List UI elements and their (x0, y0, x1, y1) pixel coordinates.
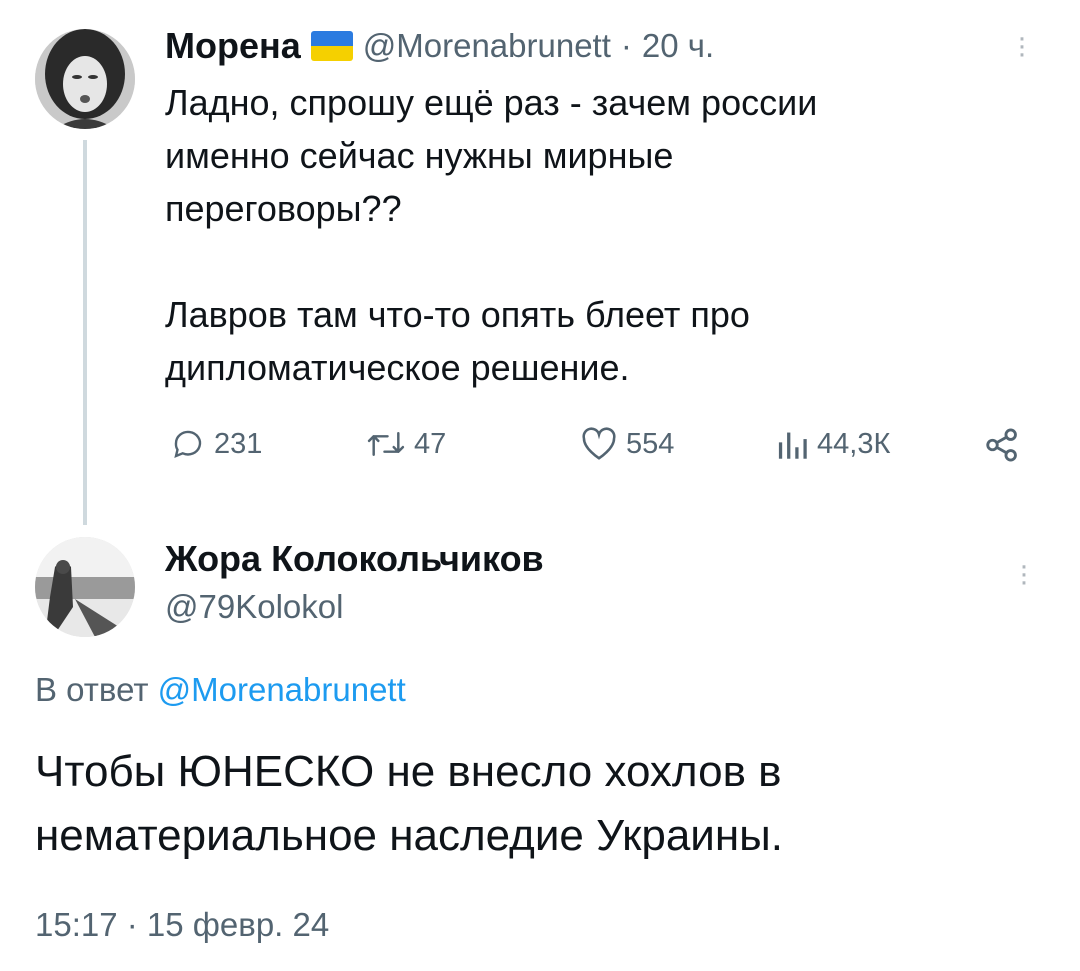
views-action[interactable]: 44,3К (775, 426, 890, 462)
replying-to-handle-link[interactable]: @Morenabrunett (158, 671, 406, 708)
replying-to-line: В ответ @Morenabrunett (35, 668, 406, 712)
retweet-action[interactable]: 47 (366, 426, 446, 462)
parent-more-options-icon[interactable]: · · · (1012, 23, 1032, 69)
reply-more-options-icon[interactable]: · · · (1014, 551, 1034, 597)
reply-icon (174, 430, 202, 458)
reply-avatar-image (35, 537, 135, 637)
share-action[interactable] (983, 426, 1021, 469)
parent-author-handle[interactable]: @Morenabrunett (363, 27, 611, 65)
reply-author-avatar[interactable] (35, 537, 135, 637)
reply-author-handle[interactable]: @79Kolokol (165, 585, 343, 629)
parent-tweet-text: Ладно, спрошу ещё раз - зачем россии име… (165, 82, 818, 388)
parent-author-name[interactable]: Морена (165, 25, 301, 67)
parent-avatar-image (35, 29, 135, 129)
reply-count: 231 (214, 427, 263, 460)
heart-icon (582, 427, 616, 460)
header-separator: · (620, 27, 632, 64)
parent-tweet-header: Морена @Morenabrunett · 20 ч. (165, 24, 714, 68)
like-count: 554 (626, 427, 675, 460)
retweet-icon (367, 432, 405, 456)
parent-tweet-time[interactable]: 20 ч. (642, 27, 714, 65)
thread-connector-line (83, 140, 87, 525)
reply-author-name[interactable]: Жора Колокольчиков (165, 537, 544, 581)
replying-to-prefix: В ответ (35, 671, 149, 708)
like-action[interactable]: 554 (580, 426, 674, 462)
ukraine-flag-icon (310, 31, 353, 61)
share-icon (986, 428, 1017, 462)
reply-tweet-text: Чтобы ЮНЕСКО не внесло хохлов в нематери… (35, 747, 784, 860)
retweet-count: 47 (414, 427, 447, 460)
reply-action[interactable]: 231 (170, 426, 262, 462)
views-chart-icon (778, 432, 807, 459)
parent-author-avatar[interactable] (35, 29, 135, 129)
views-count: 44,3К (817, 427, 891, 460)
reply-tweet-timestamp[interactable]: 15:17 · 15 февр. 24 (35, 903, 329, 947)
